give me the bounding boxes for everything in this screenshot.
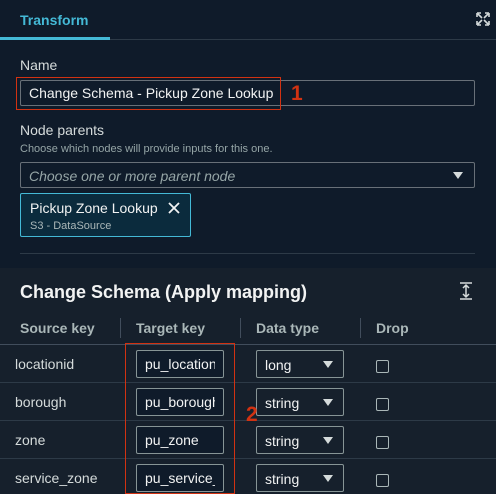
data-type-value: string (265, 395, 300, 411)
column-separator (240, 318, 241, 338)
data-type-select[interactable]: string (256, 426, 344, 454)
drop-checkbox[interactable] (376, 398, 389, 411)
data-type-select[interactable]: string (256, 464, 344, 492)
column-source-key: Source key (20, 320, 95, 336)
caret-down-icon (323, 399, 333, 406)
tab-bar: Transform (0, 0, 496, 40)
caret-down-icon (323, 361, 333, 368)
apply-mapping-section: Change Schema (Apply mapping) Source key… (0, 268, 496, 494)
annotation-box-1 (16, 77, 281, 110)
expand-icon[interactable] (476, 12, 490, 26)
drop-checkbox[interactable] (376, 360, 389, 373)
node-parents-description: Choose which nodes will provide inputs f… (20, 143, 273, 155)
data-type-value: string (265, 471, 300, 487)
caret-down-icon (453, 172, 463, 179)
table-row: service_zone string (0, 459, 496, 494)
column-target-key: Target key (136, 320, 205, 336)
column-drop: Drop (376, 320, 409, 336)
tab-transform[interactable]: Transform (0, 0, 110, 40)
parent-node-placeholder: Choose one or more parent node (29, 168, 236, 184)
annotation-number-1: 1 (291, 82, 303, 105)
caret-down-icon (323, 475, 333, 482)
annotation-box-2 (125, 343, 235, 494)
node-parents-label: Node parents (20, 122, 105, 138)
caret-down-icon (323, 437, 333, 444)
selected-parent-token: Pickup Zone Lookup S3 - DataSource (20, 193, 191, 237)
table-row: locationid long (0, 345, 496, 383)
data-type-value: string (265, 433, 300, 449)
data-type-select[interactable]: string (256, 388, 344, 416)
token-subtitle: S3 - DataSource (30, 220, 112, 232)
source-key: service_zone (15, 470, 98, 486)
source-key: zone (15, 432, 46, 448)
data-type-select[interactable]: long (256, 350, 344, 378)
drop-checkbox[interactable] (376, 436, 389, 449)
divider (20, 253, 475, 254)
token-title: Pickup Zone Lookup (30, 200, 158, 216)
collapse-icon[interactable] (458, 282, 474, 300)
column-data-type: Data type (256, 320, 320, 336)
name-label: Name (20, 57, 58, 73)
source-key: borough (15, 394, 67, 410)
drop-checkbox[interactable] (376, 474, 389, 487)
data-type-value: long (265, 357, 292, 373)
remove-token-icon[interactable] (167, 201, 181, 215)
parent-node-select[interactable]: Choose one or more parent node (20, 162, 475, 188)
column-separator (120, 318, 121, 338)
column-separator (360, 318, 361, 338)
annotation-number-2: 2 (246, 403, 258, 426)
source-key: locationid (15, 356, 75, 372)
section-title: Change Schema (Apply mapping) (20, 282, 308, 302)
